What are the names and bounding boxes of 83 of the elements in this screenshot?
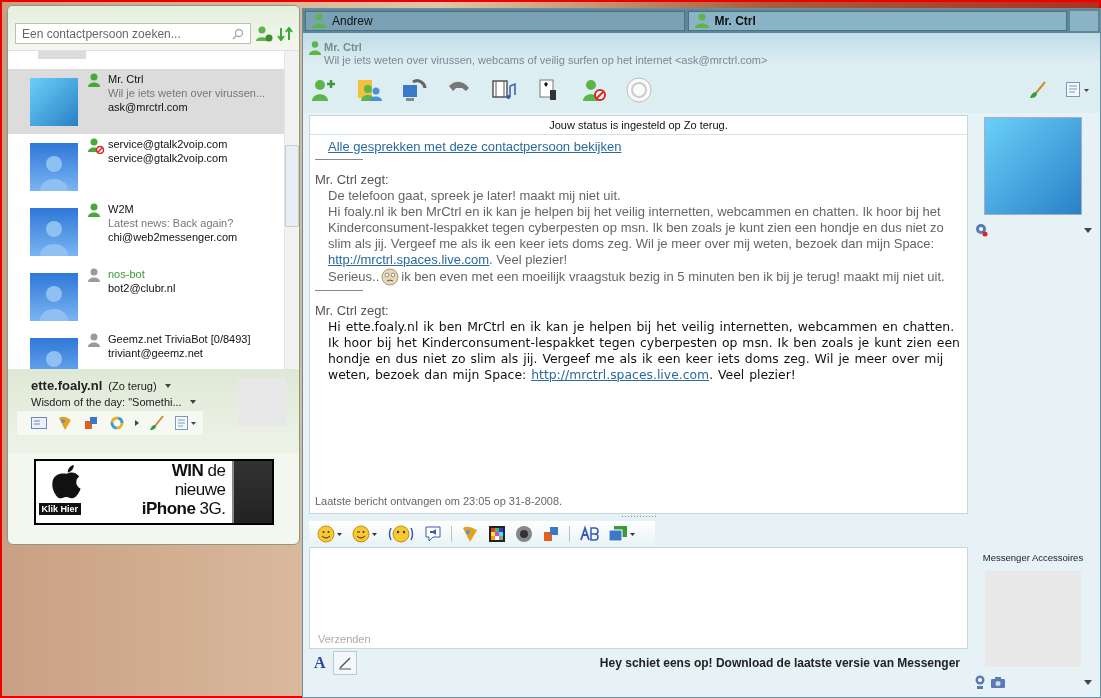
update-notice[interactable]: Hey schiet eens op! Download de laatste versie van Messenger bbox=[599, 656, 960, 670]
personal-message: Latest news: Back again? bbox=[108, 216, 235, 230]
contact-email: chi@web2messenger.com bbox=[108, 230, 238, 244]
mail-icon[interactable] bbox=[31, 417, 47, 429]
status-notice: Jouw status is ingesteld op Zo terug. bbox=[310, 116, 967, 135]
last-received-note: Laatste bericht ontvangen om 23:05 op 31-8-2008. bbox=[315, 494, 564, 509]
nudge-icon[interactable] bbox=[387, 525, 415, 543]
display-menu-icon[interactable] bbox=[175, 415, 197, 431]
video-call-icon[interactable] bbox=[401, 78, 427, 102]
contact-item[interactable]: service@gtalk2voip.com service@gtalk2voip.com bbox=[8, 134, 284, 199]
contact-name: W2M bbox=[108, 202, 135, 216]
font-button[interactable]: A bbox=[309, 652, 331, 674]
message-text: ik ben even met een moeilijk vraagstuk bezig in 5 minuten ben ik bij je terug! maakt mij niet uit. bbox=[401, 269, 945, 285]
contact-item[interactable]: W2M Latest news: Back again? chi@web2messenger.com bbox=[8, 199, 284, 264]
conversation-tab[interactable]: Andrew bbox=[305, 11, 685, 31]
person-icon bbox=[312, 13, 326, 29]
webcam-icon[interactable] bbox=[974, 223, 988, 237]
personal-message: Wil je iets weten over virussen, webcams of veilig surfen op het internet <ask@mrctrl.com> bbox=[324, 54, 768, 67]
camera-icon[interactable] bbox=[990, 675, 1006, 689]
arrow-icon[interactable] bbox=[135, 420, 139, 426]
scrollbar[interactable] bbox=[284, 51, 299, 369]
sender-label: Mr. Ctrl zegt: bbox=[315, 303, 390, 319]
advertisement-banner[interactable]: Klik Hier WIN de nieuwe iPhone 3G. bbox=[33, 459, 274, 525]
contact-email: bot2@clubr.nl bbox=[108, 281, 176, 295]
resize-grip[interactable] bbox=[620, 515, 657, 519]
webcam-icon[interactable] bbox=[974, 675, 986, 689]
voice-clip-icon[interactable] bbox=[424, 525, 442, 543]
ad-headline: WIN de bbox=[171, 461, 226, 480]
contact-name: Geemz.net TriviaBot [0/8493] bbox=[108, 332, 251, 346]
sender-label: Mr. Ctrl zegt: bbox=[315, 172, 390, 188]
cubes-icon[interactable] bbox=[542, 525, 560, 543]
message-text: Serieus.. bbox=[328, 269, 380, 285]
handwriting-button[interactable] bbox=[332, 651, 357, 675]
accessories-label: Messenger Accessoires bbox=[982, 552, 1084, 563]
message-text: Hi ette.foaly.nl ik ben MrCtrl en ik kan je helpen bij het veilig internetten, webcammen en chatten. Ik hoor bij het Kinderconsument-lespakket tegen cyberpesten op msn. Ik ben zoals je kunt zien een hondje en dus niet zo slim als jij. Vergeef me als ik een keer iets doms zeg. Wil je meer over mij weten, bezoek dan mijn Space: http://mrctrl.spaces.live.com. Veel plezier! bbox=[328, 319, 961, 383]
contact-email: triviant@geemz.net bbox=[108, 346, 204, 360]
ad-text: iPhone 3G. bbox=[141, 499, 226, 518]
film-music-icon[interactable] bbox=[491, 78, 517, 102]
spell-check-icon[interactable] bbox=[579, 525, 599, 543]
caret-icon[interactable] bbox=[189, 400, 196, 404]
person-icon bbox=[694, 13, 709, 29]
caret-icon[interactable] bbox=[1084, 227, 1092, 233]
add-contact-icon[interactable] bbox=[255, 25, 273, 42]
history-link[interactable]: Alle gesprekken met deze contactpersoon bekijken bbox=[328, 139, 622, 155]
contact-name: Mr. Ctrl bbox=[108, 72, 145, 86]
block-contact-icon[interactable] bbox=[581, 78, 607, 102]
status-label[interactable]: (Zo terug) bbox=[108, 379, 157, 392]
phone-screen-placeholder bbox=[231, 461, 272, 523]
message-text: De telefoon gaat, spreek je later! maakt mij niet uit. bbox=[328, 188, 622, 204]
display-name[interactable]: ette.foaly.nl bbox=[31, 378, 103, 393]
caret-icon[interactable] bbox=[164, 383, 171, 388]
ad-text: nieuwe bbox=[174, 480, 226, 499]
ad-button-label[interactable]: Klik Hier bbox=[38, 503, 81, 515]
speaker-icon[interactable] bbox=[515, 525, 533, 543]
space-link[interactable]: http://mrctrl.spaces.live.com bbox=[531, 367, 710, 382]
display-menu-icon[interactable] bbox=[1066, 81, 1090, 99]
message-text: Hi foaly.nl ik ben MrCtrl en ik kan je helpen bij het veilig internetten, webcammen en chatten. Ik hoor bij het Kinderconsument-lespakket tegen cyberpesten op msn. Ik ben zoals je kunt zien een hondje en dus niet zo slim als jij. Vergeef me als ik een keer iets doms zeg. Wil je meer over mij weten, bezoek dan mijn Space: http://mrctrl.spaces.live.com. Veel plezier! bbox=[328, 204, 945, 268]
contacts-folder-icon[interactable] bbox=[356, 78, 382, 102]
caret-icon[interactable] bbox=[1084, 679, 1092, 685]
search-icon bbox=[232, 27, 244, 40]
conversation-tab[interactable]: Mr. Ctrl bbox=[687, 11, 1067, 31]
contact-email: service@gtalk2voip.com bbox=[108, 151, 228, 165]
cubes-icon[interactable] bbox=[83, 415, 99, 431]
contact-name: nos-bot bbox=[108, 267, 146, 281]
color-grid-icon[interactable] bbox=[488, 525, 506, 543]
sort-arrows-icon[interactable] bbox=[277, 26, 293, 41]
backgrounds-icon[interactable] bbox=[608, 525, 636, 543]
contact-name: Mr. Ctrl bbox=[324, 41, 363, 54]
personal-message[interactable]: Wisdom of the day: "Somethi... bbox=[31, 396, 182, 408]
invite-contact-icon[interactable] bbox=[311, 78, 337, 102]
smiley-icon[interactable] bbox=[317, 525, 343, 543]
contact-item[interactable]: nos-bot bot2@clubr.nl bbox=[8, 264, 284, 329]
personal-message: Wil je iets weten over virussen... bbox=[108, 86, 266, 100]
color-ring-icon[interactable] bbox=[109, 415, 125, 431]
paintbrush-icon[interactable] bbox=[1029, 81, 1047, 99]
contact-item[interactable]: Mr. Ctrl Wil je iets weten over virussen... ask@mrctrl.com bbox=[8, 69, 284, 134]
contact-name: service@gtalk2voip.com bbox=[108, 137, 228, 151]
search-field[interactable]: Een contactpersoon zoeken... bbox=[15, 23, 251, 44]
person-icon bbox=[309, 41, 321, 55]
wink-icon[interactable] bbox=[352, 525, 378, 543]
pen-icon bbox=[337, 656, 352, 670]
paintbrush-icon[interactable] bbox=[149, 415, 165, 431]
contact-email: ask@mrctrl.com bbox=[108, 100, 189, 114]
